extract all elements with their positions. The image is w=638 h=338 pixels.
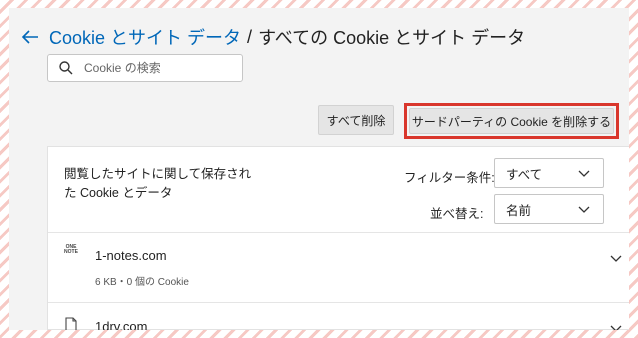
sort-value: 名前 bbox=[506, 203, 532, 218]
chevron-down-icon bbox=[577, 202, 591, 216]
search-icon bbox=[58, 60, 74, 76]
sort-select[interactable]: 名前 bbox=[494, 194, 604, 224]
breadcrumb-parent-link[interactable]: Cookie とサイト データ bbox=[49, 24, 241, 50]
highlight-box: サードパーティの Cookie を削除する bbox=[404, 103, 619, 139]
back-arrow-icon[interactable] bbox=[19, 26, 41, 48]
breadcrumb-separator: / bbox=[247, 26, 253, 47]
clear-all-button[interactable]: すべて削除 bbox=[318, 105, 394, 135]
chevron-down-icon[interactable] bbox=[609, 251, 623, 265]
onenote-icon: ONE NOTE bbox=[64, 244, 78, 255]
breadcrumb: Cookie とサイト データ / すべての Cookie とサイト データ bbox=[19, 24, 525, 50]
site-name: 1drv.com bbox=[95, 319, 148, 330]
clear-third-party-cookies-button[interactable]: サードパーティの Cookie を削除する bbox=[409, 108, 614, 134]
filter-label: フィルター条件: bbox=[404, 171, 495, 185]
site-name: 1-notes.com bbox=[95, 248, 167, 263]
site-storage-info: 6 KB・0 個の Cookie bbox=[95, 277, 189, 288]
page-icon bbox=[63, 317, 79, 330]
site-row[interactable]: 1drv.com bbox=[48, 302, 629, 330]
search-input[interactable] bbox=[84, 61, 234, 75]
cookie-list-card: 閲覧したサイトに関して保存された Cookie とデータ フィルター条件: すべ… bbox=[47, 146, 629, 330]
site-row[interactable]: ONE NOTE 1-notes.com 6 KB・0 個の Cookie bbox=[48, 232, 629, 303]
card-title: 閲覧したサイトに関して保存された Cookie とデータ bbox=[64, 167, 252, 200]
filter-value: すべて bbox=[506, 167, 543, 182]
filter-select[interactable]: すべて bbox=[494, 158, 604, 188]
sort-label: 並べ替え: bbox=[430, 207, 484, 221]
settings-panel: Cookie とサイト データ / すべての Cookie とサイト データ す… bbox=[9, 8, 629, 330]
search-box bbox=[47, 54, 243, 82]
chevron-down-icon bbox=[577, 166, 591, 180]
chevron-down-icon[interactable] bbox=[609, 321, 623, 330]
page-title: すべての Cookie とサイト データ bbox=[258, 28, 526, 48]
